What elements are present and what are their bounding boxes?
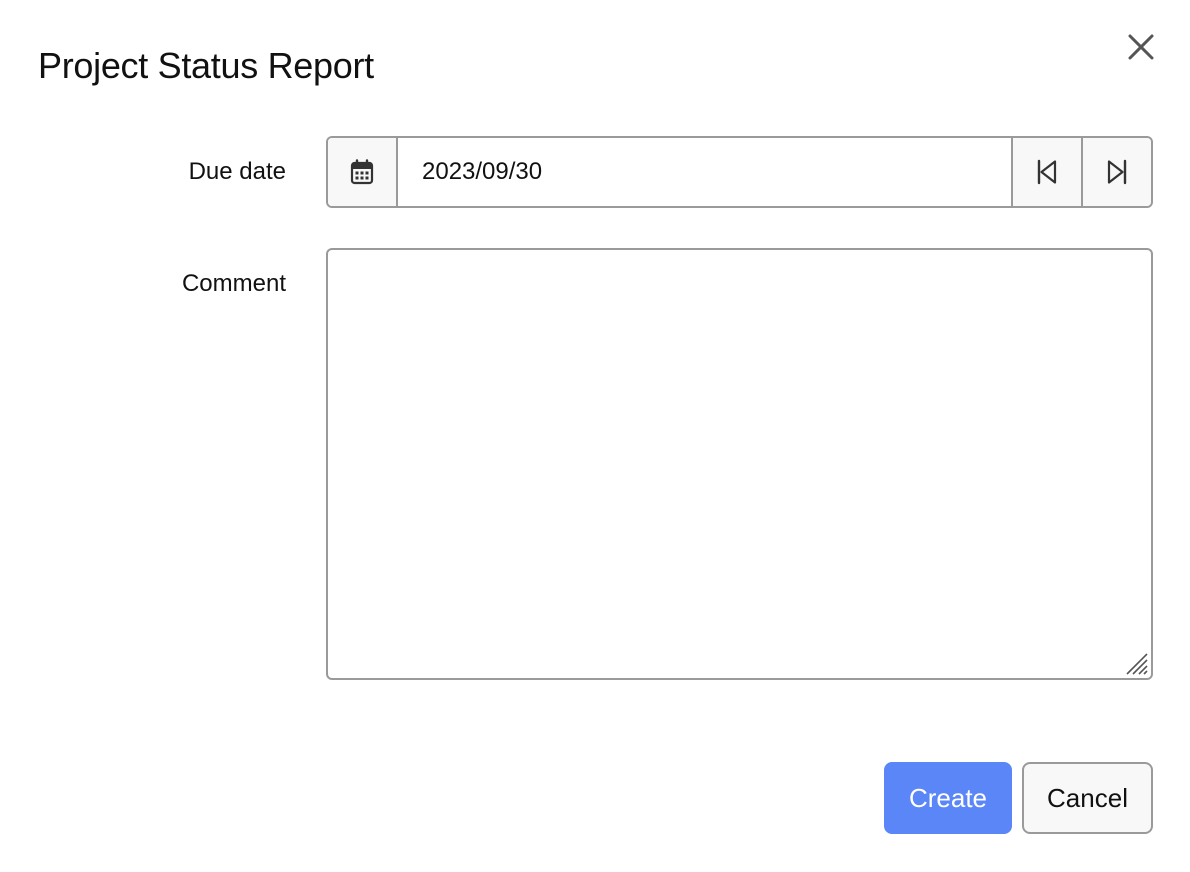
resize-grip-icon[interactable] bbox=[1123, 650, 1149, 676]
dialog-title: Project Status Report bbox=[38, 45, 374, 86]
skip-next-icon bbox=[1107, 159, 1127, 185]
due-date-field bbox=[326, 136, 1153, 208]
close-icon bbox=[1128, 34, 1154, 60]
create-button[interactable]: Create bbox=[884, 762, 1012, 834]
due-date-input[interactable] bbox=[398, 138, 1011, 206]
comment-textarea[interactable] bbox=[326, 248, 1153, 680]
calendar-icon bbox=[350, 159, 374, 185]
comment-field bbox=[326, 248, 1153, 680]
calendar-button[interactable] bbox=[328, 138, 398, 206]
due-date-label: Due date bbox=[188, 158, 286, 185]
next-date-button[interactable] bbox=[1081, 138, 1151, 206]
cancel-button[interactable]: Cancel bbox=[1022, 762, 1153, 834]
comment-label: Comment bbox=[181, 270, 286, 297]
previous-date-button[interactable] bbox=[1011, 138, 1081, 206]
close-button[interactable] bbox=[1120, 26, 1162, 68]
project-status-dialog: Project Status Report Due date 2023/09/3… bbox=[0, 0, 1190, 872]
skip-previous-icon bbox=[1037, 159, 1057, 185]
